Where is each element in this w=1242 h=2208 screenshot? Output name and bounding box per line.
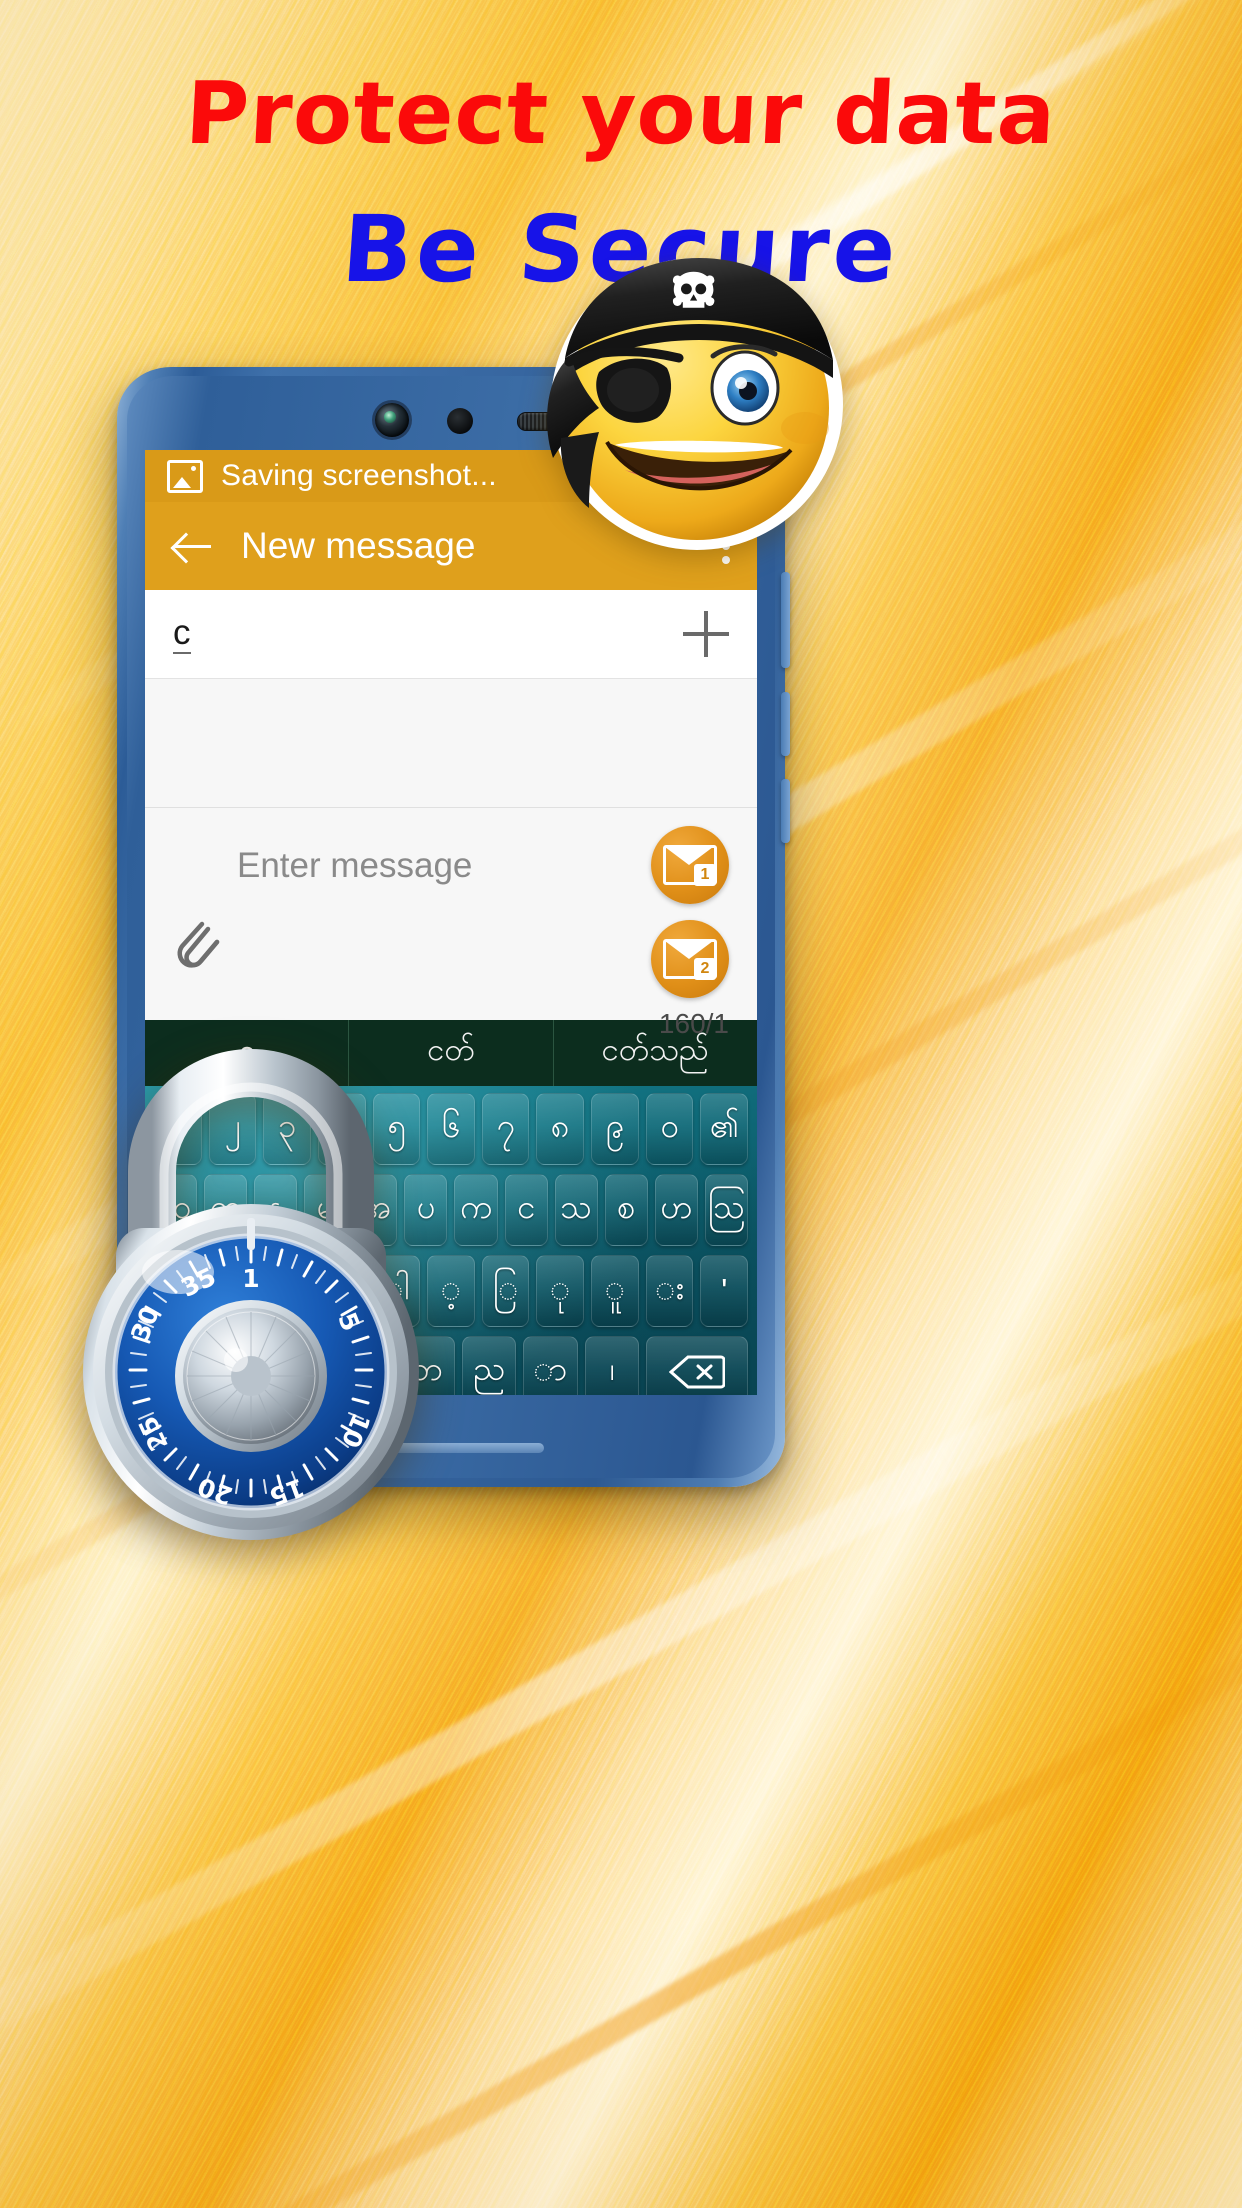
key[interactable]: င bbox=[504, 1174, 548, 1246]
power-button[interactable] bbox=[781, 692, 790, 756]
key[interactable]: ၇ bbox=[481, 1093, 530, 1165]
headline-primary: Protect your data bbox=[183, 64, 1059, 164]
image-icon bbox=[167, 459, 203, 493]
dial-number: 1 bbox=[242, 1264, 259, 1293]
envelope-icon: 2 bbox=[663, 939, 717, 980]
key[interactable]: ၉ bbox=[591, 1093, 639, 1165]
key[interactable]: ၊ bbox=[584, 1336, 640, 1395]
key[interactable]: ဟ bbox=[654, 1174, 698, 1246]
recipient-row[interactable]: c bbox=[145, 590, 757, 679]
pirate-emoji-sticker bbox=[541, 252, 853, 552]
key[interactable]: ု bbox=[536, 1255, 585, 1327]
compose-area: Enter message 1 2 160/1 bbox=[145, 808, 757, 1039]
key[interactable]: ၀ bbox=[645, 1093, 694, 1165]
key[interactable]: စ bbox=[604, 1174, 648, 1246]
key[interactable]: ၈ bbox=[536, 1093, 585, 1165]
recipient-input[interactable]: c bbox=[173, 615, 191, 654]
key[interactable]: ည bbox=[461, 1336, 517, 1395]
sim-badge: 2 bbox=[694, 958, 716, 980]
paperclip-icon[interactable] bbox=[171, 916, 223, 976]
send-button-sim1[interactable]: 1 bbox=[651, 826, 729, 904]
key[interactable]: က bbox=[454, 1174, 498, 1246]
message-input-placeholder[interactable]: Enter message bbox=[237, 846, 472, 886]
backspace-icon[interactable] bbox=[646, 1336, 749, 1395]
send-button-sim2[interactable]: 2 bbox=[651, 920, 729, 998]
key[interactable]: း bbox=[645, 1255, 694, 1327]
plus-icon[interactable] bbox=[683, 611, 729, 657]
combination-padlock: 1 5 10 15 20 25 30 35 bbox=[60, 1022, 442, 1542]
volume-button[interactable] bbox=[781, 572, 790, 668]
message-thread-area bbox=[145, 679, 757, 808]
key[interactable]: ူ bbox=[591, 1255, 639, 1327]
key[interactable]: ဩ bbox=[704, 1174, 748, 1246]
key[interactable]: ၏ bbox=[700, 1093, 749, 1165]
key[interactable]: သ bbox=[554, 1174, 598, 1246]
back-arrow-icon[interactable] bbox=[171, 524, 215, 568]
notification-text: Saving screenshot... bbox=[221, 459, 497, 492]
assistant-button[interactable] bbox=[781, 779, 790, 843]
key[interactable]: ' bbox=[700, 1255, 749, 1327]
proximity-sensor-icon bbox=[447, 408, 473, 434]
front-camera-icon bbox=[375, 403, 409, 437]
key[interactable]: ြ bbox=[481, 1255, 530, 1327]
key[interactable]: ာ bbox=[523, 1336, 578, 1395]
sim-badge: 1 bbox=[694, 864, 716, 886]
envelope-icon: 1 bbox=[663, 845, 717, 886]
character-counter: 160/1 bbox=[658, 1008, 729, 1039]
